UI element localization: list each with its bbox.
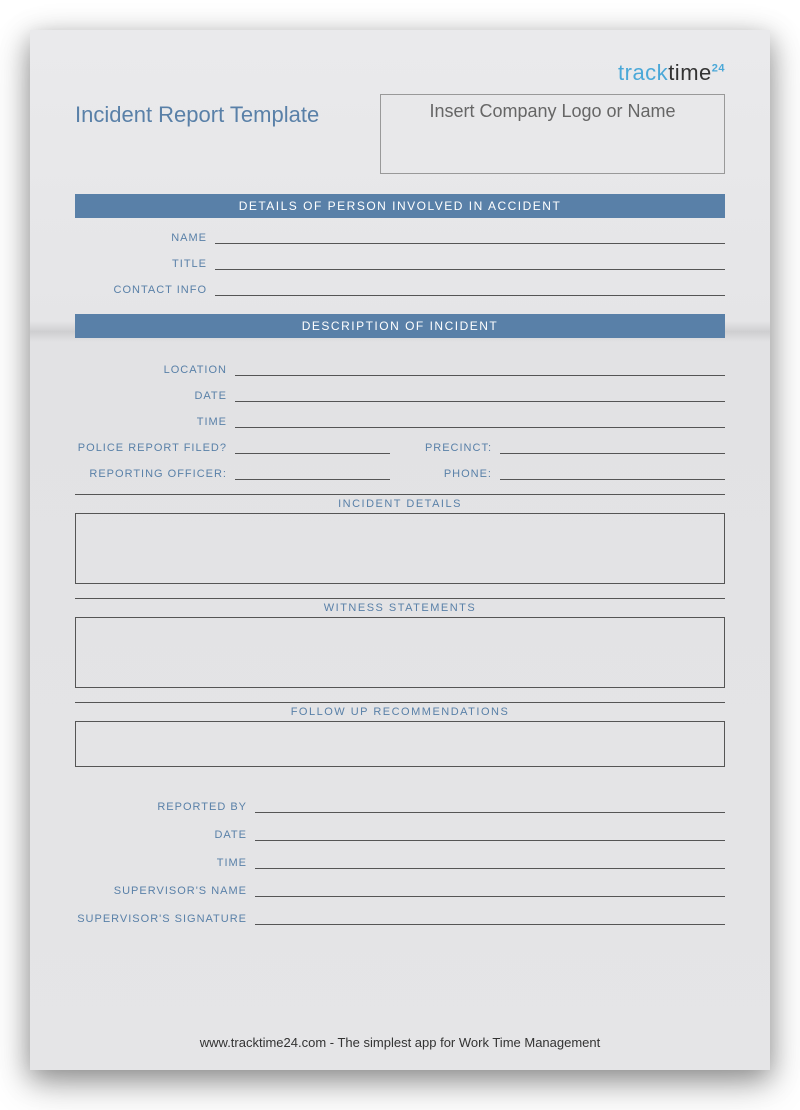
label-contact: CONTACT INFO bbox=[75, 284, 215, 296]
witness-header: WITNESS STATEMENTS bbox=[75, 598, 725, 618]
followup-section: FOLLOW UP RECOMMENDATIONS bbox=[75, 702, 725, 767]
brand-part1: track bbox=[618, 60, 668, 85]
input-reported-by[interactable] bbox=[255, 799, 725, 813]
witness-textarea[interactable] bbox=[75, 618, 725, 688]
field-date: DATE bbox=[75, 388, 725, 402]
field-precinct: PRECINCT: bbox=[410, 440, 725, 454]
field-name: NAME bbox=[75, 230, 725, 244]
document-page: tracktime24 Incident Report Template Ins… bbox=[30, 30, 770, 1070]
input-precinct[interactable] bbox=[500, 440, 725, 454]
field-phone: PHONE: bbox=[410, 466, 725, 480]
input-police-filed[interactable] bbox=[235, 440, 390, 454]
section-incident-header: DESCRIPTION OF INCIDENT bbox=[75, 314, 725, 338]
police-row-2: REPORTING OFFICER: PHONE: bbox=[75, 466, 725, 480]
input-name[interactable] bbox=[215, 230, 725, 244]
label-officer: REPORTING OFFICER: bbox=[75, 468, 235, 480]
input-time[interactable] bbox=[235, 414, 725, 428]
field-signoff-date: DATE bbox=[75, 827, 725, 841]
label-title: TITLE bbox=[75, 258, 215, 270]
brand-logo: tracktime24 bbox=[75, 60, 725, 86]
label-supervisor-sig: SUPERVISOR'S SIGNATURE bbox=[75, 913, 255, 925]
field-signoff-time: TIME bbox=[75, 855, 725, 869]
input-phone[interactable] bbox=[500, 466, 725, 480]
field-time: TIME bbox=[75, 414, 725, 428]
input-signoff-date[interactable] bbox=[255, 827, 725, 841]
field-police-filed: POLICE REPORT FILED? bbox=[75, 440, 390, 454]
section-person-header: DETAILS OF PERSON INVOLVED IN ACCIDENT bbox=[75, 194, 725, 218]
field-title: TITLE bbox=[75, 256, 725, 270]
followup-textarea[interactable] bbox=[75, 722, 725, 767]
footer-text: www.tracktime24.com - The simplest app f… bbox=[75, 1023, 725, 1050]
label-precinct: PRECINCT: bbox=[410, 442, 500, 454]
page-title: Incident Report Template bbox=[75, 94, 360, 128]
input-supervisor-name[interactable] bbox=[255, 883, 725, 897]
followup-header: FOLLOW UP RECOMMENDATIONS bbox=[75, 702, 725, 722]
field-contact: CONTACT INFO bbox=[75, 282, 725, 296]
police-row-1: POLICE REPORT FILED? PRECINCT: bbox=[75, 440, 725, 454]
brand-suffix: 24 bbox=[712, 63, 725, 75]
input-title[interactable] bbox=[215, 256, 725, 270]
label-name: NAME bbox=[75, 232, 215, 244]
input-signoff-time[interactable] bbox=[255, 855, 725, 869]
input-location[interactable] bbox=[235, 362, 725, 376]
incident-details-section: INCIDENT DETAILS bbox=[75, 494, 725, 584]
label-signoff-date: DATE bbox=[75, 829, 255, 841]
label-reported-by: REPORTED BY bbox=[75, 801, 255, 813]
label-time: TIME bbox=[75, 416, 235, 428]
input-officer[interactable] bbox=[235, 466, 390, 480]
company-logo-placeholder[interactable]: Insert Company Logo or Name bbox=[380, 94, 725, 174]
label-supervisor-name: SUPERVISOR'S NAME bbox=[75, 885, 255, 897]
incident-details-textarea[interactable] bbox=[75, 514, 725, 584]
input-contact[interactable] bbox=[215, 282, 725, 296]
input-supervisor-sig[interactable] bbox=[255, 911, 725, 925]
header-row: Incident Report Template Insert Company … bbox=[75, 94, 725, 174]
label-police-filed: POLICE REPORT FILED? bbox=[75, 442, 235, 454]
witness-section: WITNESS STATEMENTS bbox=[75, 598, 725, 688]
field-location: LOCATION bbox=[75, 362, 725, 376]
signoff-section: REPORTED BY DATE TIME SUPERVISOR'S NAME … bbox=[75, 785, 725, 925]
field-reported-by: REPORTED BY bbox=[75, 799, 725, 813]
logo-placeholder-text: Insert Company Logo or Name bbox=[429, 101, 675, 121]
brand-part2: time bbox=[668, 60, 712, 85]
incident-details-header: INCIDENT DETAILS bbox=[75, 494, 725, 514]
field-supervisor-sig: SUPERVISOR'S SIGNATURE bbox=[75, 911, 725, 925]
label-signoff-time: TIME bbox=[75, 857, 255, 869]
field-officer: REPORTING OFFICER: bbox=[75, 466, 390, 480]
label-location: LOCATION bbox=[75, 364, 235, 376]
input-date[interactable] bbox=[235, 388, 725, 402]
label-date: DATE bbox=[75, 390, 235, 402]
field-supervisor-name: SUPERVISOR'S NAME bbox=[75, 883, 725, 897]
label-phone: PHONE: bbox=[410, 468, 500, 480]
